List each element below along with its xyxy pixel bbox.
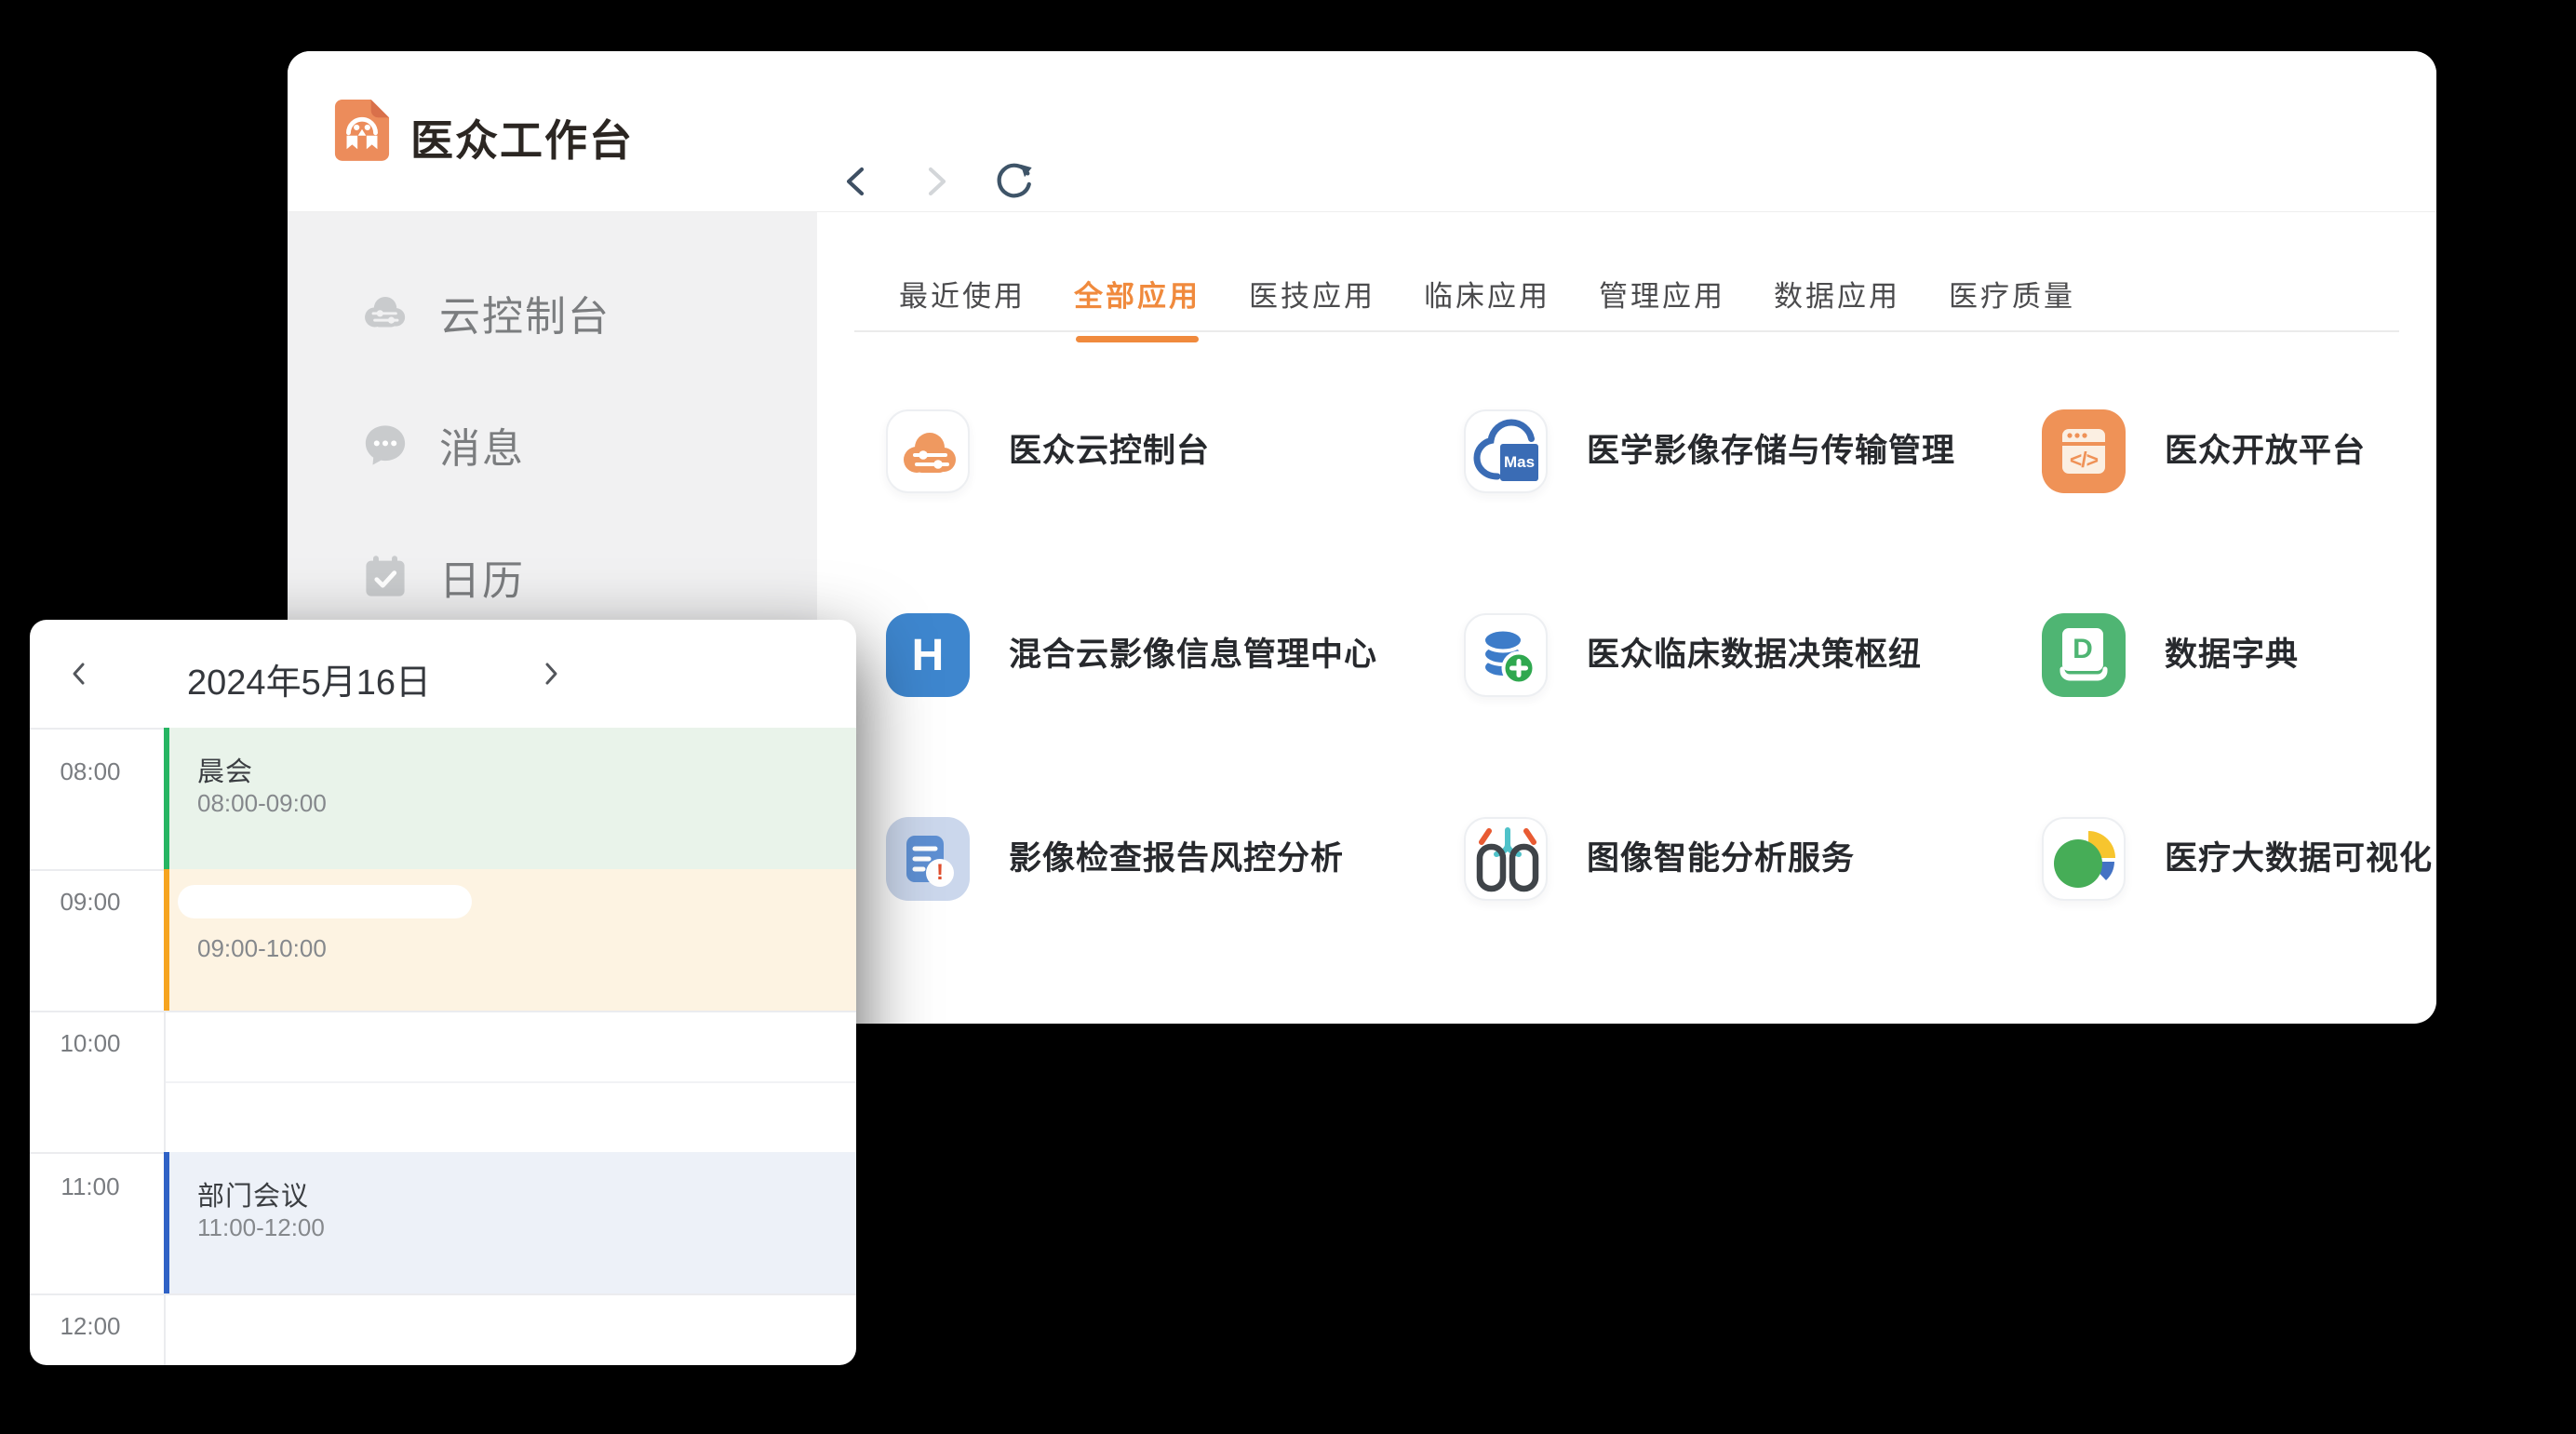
tabs-divider bbox=[854, 330, 2399, 332]
calendar-event-morning-meeting[interactable]: 晨会 08:00-09:00 bbox=[164, 728, 856, 869]
app-label: 医众临床数据决策枢纽 bbox=[1587, 613, 1922, 697]
app-report-risk-analysis[interactable]: ! 影像检查报告风控分析 bbox=[886, 817, 1464, 1021]
time-label: 10:00 bbox=[30, 1029, 151, 1058]
tab-clinical-apps[interactable]: 临床应用 bbox=[1424, 273, 1550, 331]
window-title: 医众工作台 bbox=[410, 107, 634, 168]
calendar-check-icon bbox=[361, 553, 409, 601]
time-label: 08:00 bbox=[30, 757, 151, 786]
event-time: 08:00-09:00 bbox=[197, 789, 327, 818]
half-hour-line bbox=[164, 1081, 856, 1083]
app-label: 混合云影像信息管理中心 bbox=[1009, 613, 1377, 697]
event-title: 部门会议 bbox=[197, 1174, 309, 1213]
app-big-data-visualization[interactable]: 医疗大数据可视化 bbox=[2042, 817, 2436, 1021]
clinical-data-icon bbox=[1464, 613, 1548, 697]
big-data-viz-icon bbox=[2042, 817, 2126, 901]
calendar-prev-day-button[interactable] bbox=[60, 655, 98, 692]
app-label: 数据字典 bbox=[2165, 613, 2299, 697]
report-risk-icon: ! bbox=[886, 817, 970, 901]
forward-button[interactable] bbox=[913, 159, 958, 204]
app-label: 图像智能分析服务 bbox=[1587, 817, 1855, 901]
tab-medical-quality[interactable]: 医疗质量 bbox=[1949, 273, 2075, 331]
forward-chevron-icon bbox=[931, 169, 944, 194]
chevron-left-icon bbox=[74, 664, 83, 683]
app-image-ai-analysis[interactable]: 图像智能分析服务 bbox=[1464, 817, 2042, 1021]
window-header: 医众工作台 bbox=[288, 51, 2436, 212]
hour-line bbox=[30, 1011, 856, 1012]
hour-line bbox=[30, 1293, 856, 1295]
app-grid: 医众云控制台 Mas 医学影像存储与传输管理 </> 医众开放平台 bbox=[886, 409, 2436, 1021]
mas-icon: Mas bbox=[1464, 409, 1548, 493]
event-time: 11:00-12:00 bbox=[197, 1213, 325, 1242]
d-letter: D bbox=[2062, 628, 2103, 671]
app-open-platform[interactable]: </> 医众开放平台 bbox=[2042, 409, 2436, 613]
calendar-header: 2024年5月16日 bbox=[30, 620, 856, 728]
tab-management-apps[interactable]: 管理应用 bbox=[1599, 273, 1725, 331]
sidebar-item-calendar[interactable]: 日历 bbox=[361, 532, 817, 622]
time-label: 11:00 bbox=[30, 1173, 151, 1201]
app-clinical-data-hub[interactable]: 医众临床数据决策枢纽 bbox=[1464, 613, 2042, 817]
image-ai-icon bbox=[1464, 817, 1548, 901]
tab-all-apps[interactable]: 全部应用 bbox=[1074, 273, 1201, 331]
app-logo-icon bbox=[333, 98, 391, 165]
calendar-event-redacted[interactable]: 09:00-10:00 bbox=[164, 869, 856, 1011]
app-data-dictionary[interactable]: D 数据字典 bbox=[2042, 613, 2436, 817]
calendar-day-view: 2024年5月16日 08:00 09:00 10:00 11:00 12:00… bbox=[30, 620, 856, 1365]
event-time: 09:00-10:00 bbox=[197, 934, 327, 963]
refresh-button[interactable] bbox=[991, 159, 1036, 204]
sidebar-item-label: 消息 bbox=[439, 415, 525, 475]
tab-medtech-apps[interactable]: 医技应用 bbox=[1249, 273, 1375, 331]
time-label: 12:00 bbox=[30, 1312, 151, 1341]
app-label: 医众云控制台 bbox=[1009, 409, 1210, 493]
sidebar-item-label: 云控制台 bbox=[439, 283, 610, 342]
tab-recently-used[interactable]: 最近使用 bbox=[899, 273, 1026, 331]
cloud-console-icon bbox=[886, 409, 970, 493]
message-bubble-icon bbox=[361, 421, 409, 469]
data-dictionary-icon: D bbox=[2042, 613, 2126, 697]
sidebar-item-messages[interactable]: 消息 bbox=[361, 400, 817, 489]
hybrid-cloud-icon: H bbox=[886, 613, 970, 697]
tab-data-apps[interactable]: 数据应用 bbox=[1774, 273, 1900, 331]
app-label: 医众开放平台 bbox=[2165, 409, 2366, 493]
time-label: 09:00 bbox=[30, 888, 151, 917]
cloud-settings-icon bbox=[361, 288, 409, 337]
app-label: 影像检查报告风控分析 bbox=[1009, 817, 1344, 901]
open-platform-icon: </> bbox=[2042, 409, 2126, 493]
calendar-event-department-meeting[interactable]: 部门会议 11:00-12:00 bbox=[164, 1152, 856, 1293]
sidebar-item-label: 日历 bbox=[439, 547, 525, 607]
redacted-event-title-pill bbox=[178, 885, 472, 918]
app-hybrid-cloud-imaging[interactable]: H 混合云影像信息管理中心 bbox=[886, 613, 1464, 817]
code-glyph: </> bbox=[2062, 445, 2105, 475]
app-label: 医疗大数据可视化 bbox=[2165, 817, 2433, 901]
h-letter: H bbox=[886, 613, 970, 697]
app-category-tabs: 最近使用 全部应用 医技应用 临床应用 管理应用 数据应用 医疗质量 bbox=[899, 273, 2075, 331]
app-medical-image-storage[interactable]: Mas 医学影像存储与传输管理 bbox=[1464, 409, 2042, 613]
exclamation-mark: ! bbox=[926, 859, 954, 887]
app-label: 医学影像存储与传输管理 bbox=[1587, 409, 1955, 493]
event-title: 晨会 bbox=[197, 750, 253, 789]
chevron-right-icon bbox=[547, 664, 556, 683]
sidebar-item-cloud-console[interactable]: 云控制台 bbox=[361, 268, 817, 357]
mas-badge: Mas bbox=[1500, 444, 1538, 481]
back-button[interactable] bbox=[835, 159, 879, 204]
calendar-date-title: 2024年5月16日 bbox=[132, 653, 486, 704]
back-chevron-icon bbox=[849, 169, 862, 194]
calendar-next-day-button[interactable] bbox=[532, 655, 570, 692]
app-cloud-console[interactable]: 医众云控制台 bbox=[886, 409, 1464, 613]
